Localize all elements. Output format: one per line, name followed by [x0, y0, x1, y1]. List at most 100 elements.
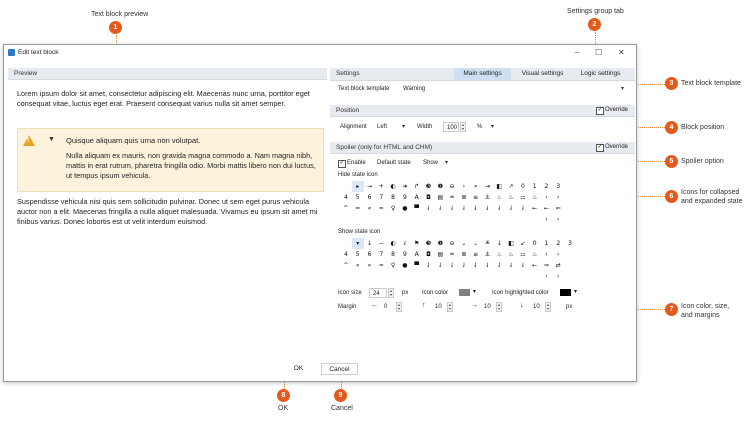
state-icon-option[interactable]: ◧	[505, 238, 517, 249]
state-icon-option[interactable]: ❶	[434, 238, 446, 249]
state-icon-option[interactable]: ⇃	[505, 260, 517, 271]
state-icon-option[interactable]: ▤	[434, 249, 446, 260]
state-icon-option[interactable]: ❸	[423, 238, 435, 249]
state-icon-option[interactable]: ◘	[423, 249, 435, 260]
state-icon-option[interactable]: ^	[340, 203, 352, 214]
margin-bottom-input[interactable]: 10	[530, 302, 544, 312]
state-icon-option[interactable]: ⇃	[434, 260, 446, 271]
state-icon-option[interactable]: ⇃	[423, 260, 435, 271]
state-icon-option[interactable]: +	[375, 181, 387, 192]
state-icon-option[interactable]: ⇃	[517, 260, 529, 271]
icon-color-swatch[interactable]	[459, 289, 470, 296]
state-icon-option[interactable]: «	[352, 260, 364, 271]
page-nav-icon[interactable]: ‹	[541, 214, 553, 225]
close-button[interactable]: ✕	[618, 48, 625, 57]
state-icon-option[interactable]: 0	[529, 238, 541, 249]
state-icon-option[interactable]: ♀	[387, 260, 399, 271]
state-icon-option[interactable]: ←	[529, 203, 541, 214]
state-icon-option[interactable]: ≡	[470, 192, 482, 203]
state-icon-option[interactable]: ⊖	[446, 238, 458, 249]
state-icon-option[interactable]: ▀	[411, 260, 423, 271]
state-icon-option[interactable]: ⇃	[458, 260, 470, 271]
state-icon-option[interactable]: ⇃	[493, 260, 505, 271]
state-icon-option[interactable]: ⚓	[482, 249, 494, 260]
margin-left-input[interactable]: 0	[381, 302, 395, 312]
state-icon-option[interactable]: ♨	[493, 192, 505, 203]
icon-size-spinner[interactable]: ▴ ▾	[388, 288, 394, 298]
state-icon-option[interactable]: ♨	[529, 249, 541, 260]
state-icon-option[interactable]: ⚓	[482, 192, 494, 203]
state-icon-option[interactable]: 3	[564, 238, 576, 249]
margin-top-spinner[interactable]: ▴ ▾	[447, 302, 453, 312]
state-icon-option[interactable]: ➜	[399, 181, 411, 192]
state-icon-option[interactable]: 4	[340, 192, 352, 203]
state-icon-option[interactable]: →	[364, 181, 376, 192]
state-icon-option[interactable]: 7	[375, 192, 387, 203]
default-state-select[interactable]: Show	[420, 158, 450, 168]
state-icon-option[interactable]: ♀	[387, 203, 399, 214]
state-icon-option[interactable]: ←	[541, 203, 553, 214]
state-icon-option[interactable]: ◘	[423, 192, 435, 203]
state-icon-option[interactable]: A	[411, 249, 423, 260]
state-icon-option[interactable]: ⇃	[505, 203, 517, 214]
state-icon-option[interactable]: ⇐	[552, 203, 564, 214]
state-icon-option[interactable]: ❶	[434, 181, 446, 192]
state-icon-option[interactable]: ⌄	[470, 238, 482, 249]
state-icon-option[interactable]: ⇃	[493, 203, 505, 214]
state-icon-option[interactable]: ≣	[458, 192, 470, 203]
state-icon-option[interactable]: ↗	[505, 181, 517, 192]
tab-visual-settings[interactable]: Visual settings	[514, 68, 571, 80]
page-nav-icon[interactable]: ‹	[541, 271, 553, 282]
state-icon-option[interactable]: ⚑	[411, 238, 423, 249]
state-icon-option[interactable]: ≈	[375, 260, 387, 271]
state-icon-option[interactable]: ⚏	[517, 249, 529, 260]
margin-left-spinner[interactable]: ▴ ▾	[396, 302, 402, 312]
state-icon-option[interactable]: ♨	[493, 249, 505, 260]
state-icon-option[interactable]: 9	[399, 249, 411, 260]
state-icon-option[interactable]: ›	[552, 192, 564, 203]
state-icon-option[interactable]: 5	[352, 192, 364, 203]
page-nav-icon[interactable]: ›	[552, 214, 564, 225]
state-icon-option[interactable]: ▤	[434, 192, 446, 203]
state-icon-option[interactable]: 1	[541, 238, 553, 249]
width-input[interactable]: 100	[443, 122, 459, 132]
state-icon-option[interactable]: ◐	[387, 181, 399, 192]
spoiler-toggle-icon[interactable]: ▼	[48, 136, 55, 143]
state-icon-option[interactable]: ▀	[411, 203, 423, 214]
tab-logic-settings[interactable]: Logic settings	[572, 68, 629, 80]
width-unit-select[interactable]: %	[474, 122, 496, 132]
state-icon-option[interactable]: ⇄	[552, 260, 564, 271]
state-icon-option[interactable]: ⇃	[482, 260, 494, 271]
state-icon-option[interactable]: −	[375, 238, 387, 249]
state-icon-option[interactable]: ●	[399, 203, 411, 214]
ok-button[interactable]: OK	[281, 363, 316, 375]
state-icon-option[interactable]: »	[470, 181, 482, 192]
page-nav-icon[interactable]: ›	[552, 271, 564, 282]
state-icon-option[interactable]: ▾	[351, 238, 364, 249]
state-icon-option[interactable]: 9	[399, 192, 411, 203]
state-icon-option[interactable]: ≣	[458, 249, 470, 260]
minimize-button[interactable]: –	[575, 48, 579, 57]
state-icon-option[interactable]: ⇃	[446, 260, 458, 271]
state-icon-option[interactable]: ›	[552, 249, 564, 260]
state-icon-option[interactable]: 1	[529, 181, 541, 192]
state-icon-option[interactable]: ≐	[446, 192, 458, 203]
state-icon-option[interactable]: «	[364, 203, 376, 214]
state-icon-option[interactable]: ❸	[423, 181, 435, 192]
margin-top-input[interactable]: 10	[432, 302, 446, 312]
state-icon-option[interactable]: ↓	[493, 238, 505, 249]
state-icon-option[interactable]: ⇃	[470, 203, 482, 214]
state-icon-option[interactable]: ●	[399, 260, 411, 271]
state-icon-option[interactable]: ←	[529, 260, 541, 271]
state-icon-option[interactable]: ▸	[351, 181, 364, 192]
state-icon-option[interactable]: ≡	[470, 249, 482, 260]
state-icon-option[interactable]: 6	[364, 192, 376, 203]
icon-highlighted-color-dropdown-icon[interactable]: ▾	[574, 288, 577, 295]
alignment-select[interactable]: Left	[374, 122, 407, 132]
state-icon-option[interactable]: ‹	[541, 192, 553, 203]
state-icon-option[interactable]: 8	[387, 192, 399, 203]
state-icon-option[interactable]: ♨	[505, 192, 517, 203]
state-icon-option[interactable]: ›	[458, 181, 470, 192]
icon-color-dropdown-icon[interactable]: ▾	[473, 288, 476, 295]
state-icon-option[interactable]: 3	[552, 181, 564, 192]
